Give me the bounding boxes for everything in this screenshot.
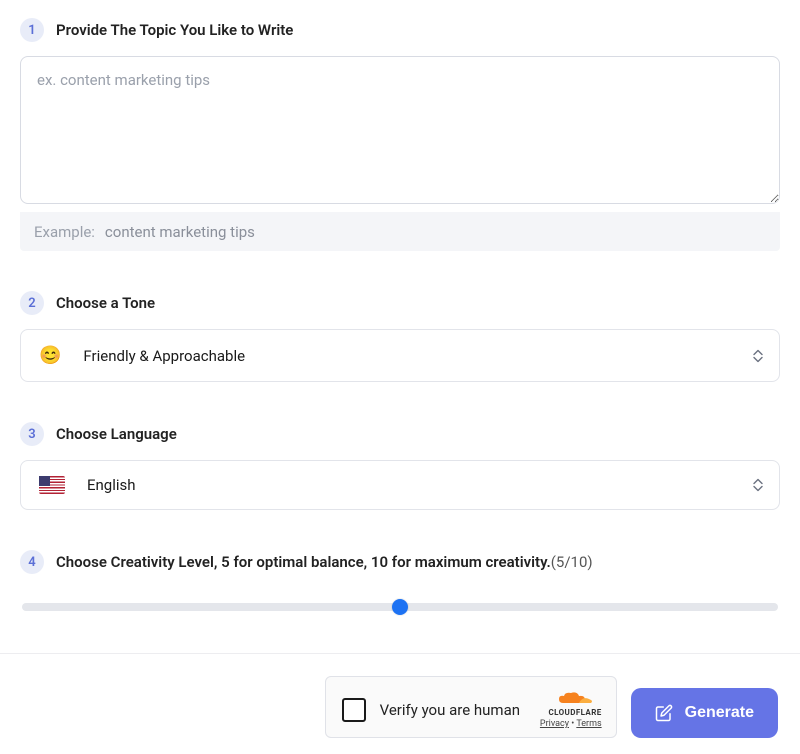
creativity-slider[interactable] — [22, 603, 778, 611]
captcha-checkbox[interactable] — [342, 698, 366, 722]
example-label: Example: — [34, 223, 95, 241]
step-1-label: Provide The Topic You Like to Write — [56, 21, 293, 39]
example-bar: Example: content marketing tips — [20, 212, 780, 251]
captcha-privacy-link[interactable]: Privacy — [540, 719, 569, 729]
generate-button[interactable]: Generate — [631, 688, 778, 738]
captcha-widget: Verify you are human CLOUDFLARE Privacy … — [325, 676, 617, 738]
creativity-current-value: (5/10) — [551, 553, 593, 571]
topic-textarea[interactable] — [20, 56, 780, 204]
example-value: content marketing tips — [105, 223, 255, 241]
tone-select[interactable]: 😊 Friendly & Approachable — [20, 329, 780, 382]
tone-selected-value: Friendly & Approachable — [83, 347, 245, 365]
language-selected-value: English — [87, 476, 136, 494]
language-select[interactable]: English — [20, 460, 780, 510]
step-badge-4: 4 — [20, 550, 44, 574]
step-badge-2: 2 — [20, 291, 44, 315]
captcha-links: Privacy • Terms — [540, 719, 602, 729]
step-1-header: 1 Provide The Topic You Like to Write — [20, 18, 780, 42]
step-4-label: Choose Creativity Level, 5 for optimal b… — [56, 553, 593, 571]
step-4-header: 4 Choose Creativity Level, 5 for optimal… — [20, 550, 780, 574]
chevron-up-down-icon — [753, 349, 763, 362]
edit-icon — [655, 704, 673, 722]
generate-button-label: Generate — [685, 704, 754, 722]
step-badge-1: 1 — [20, 18, 44, 42]
step-3-label: Choose Language — [56, 425, 177, 443]
cloudflare-logo-icon: CLOUDFLARE — [549, 691, 602, 717]
captcha-terms-link[interactable]: Terms — [576, 719, 601, 729]
captcha-text: Verify you are human — [380, 701, 526, 719]
chevron-up-down-icon — [753, 479, 763, 492]
smile-emoji-icon: 😊 — [39, 345, 61, 366]
step-2-header: 2 Choose a Tone — [20, 291, 780, 315]
step-3-header: 3 Choose Language — [20, 422, 780, 446]
step-badge-3: 3 — [20, 422, 44, 446]
step-2-label: Choose a Tone — [56, 294, 155, 312]
us-flag-icon — [39, 476, 65, 494]
